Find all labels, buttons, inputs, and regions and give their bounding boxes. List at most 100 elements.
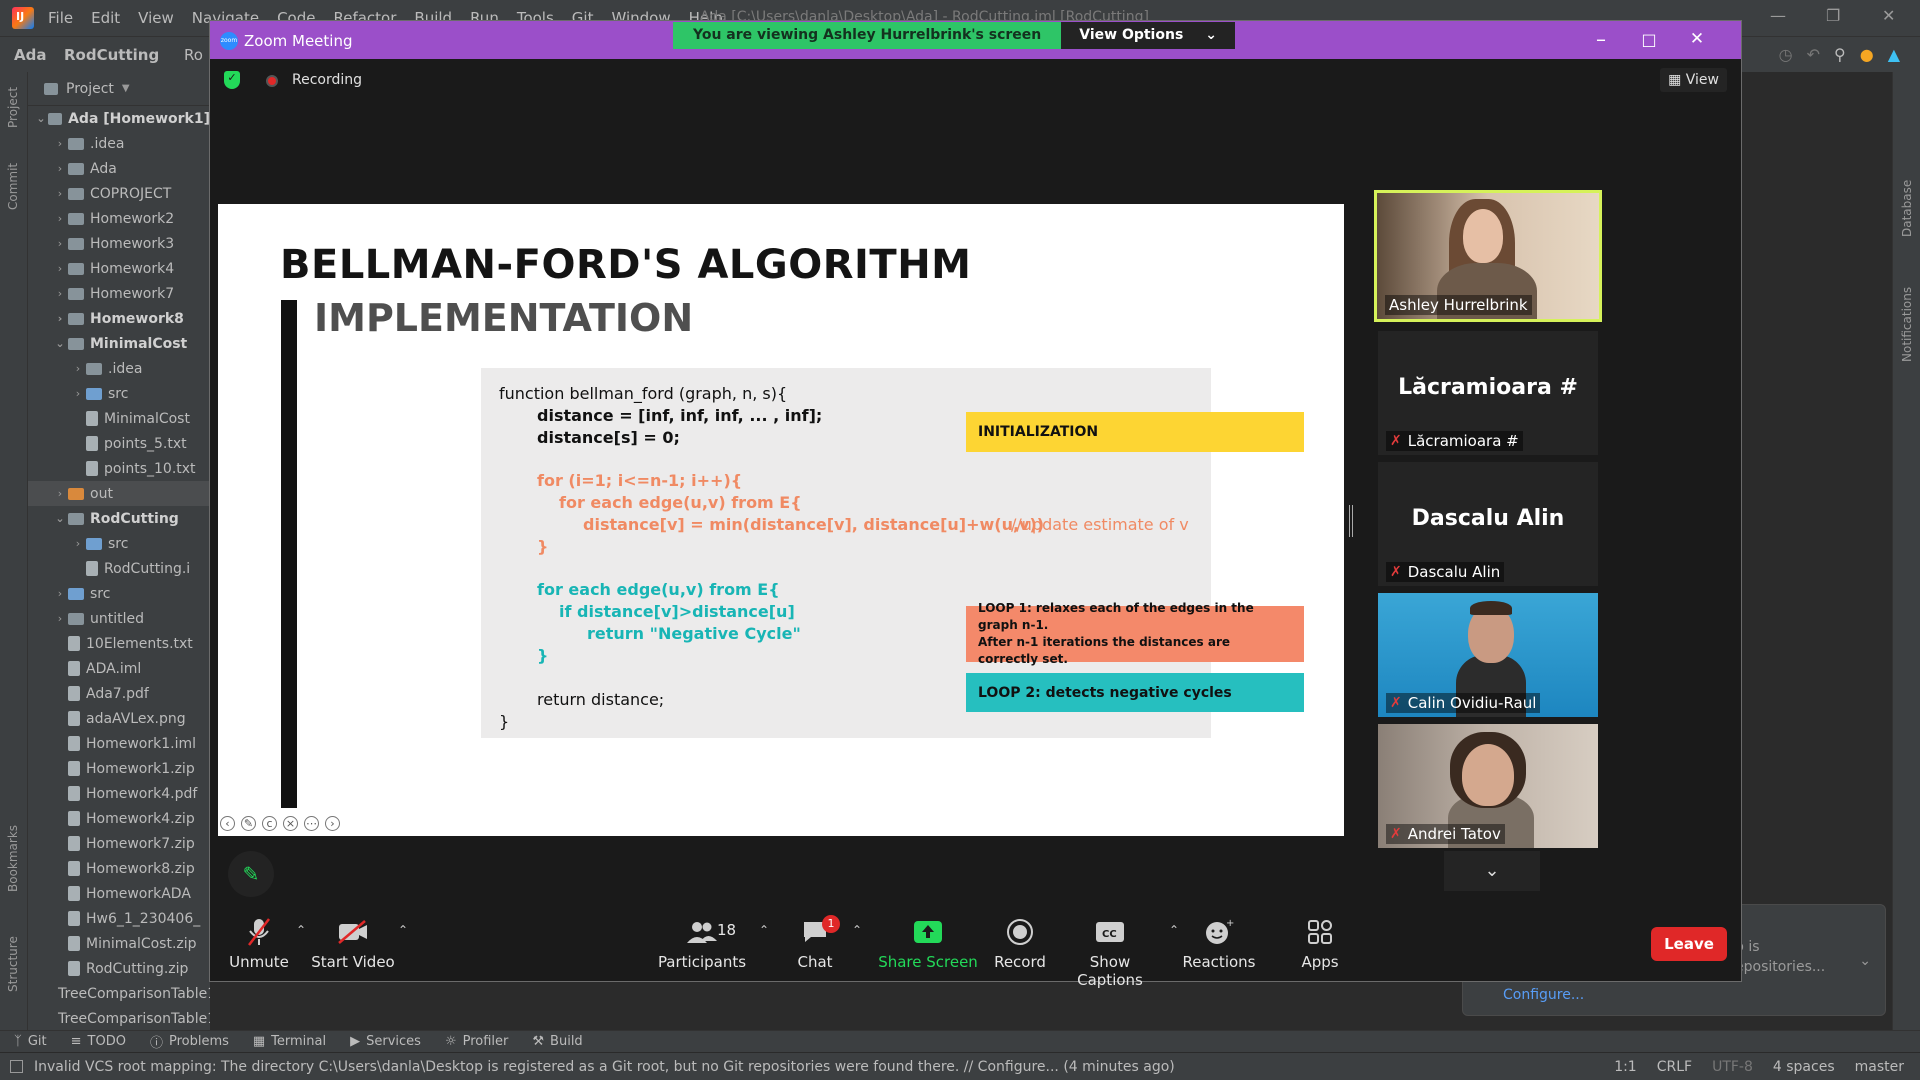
participant-tile[interactable]: Lăcramioara # ✗ Lăcramioara # [1378,331,1598,455]
participant-tile[interactable]: ✗ Andrei Tatov [1378,724,1598,848]
chevron-down-icon[interactable]: ⌄ [34,112,48,125]
apps-button[interactable]: Apps [1265,911,1375,971]
next-slide-icon[interactable]: › [325,816,340,831]
restore-icon[interactable]: ❐ [1826,6,1840,25]
tree-item[interactable]: Homework1.zip [28,756,210,781]
leave-button[interactable]: Leave [1651,927,1727,961]
split-divider-handle[interactable] [1349,505,1353,537]
chevron-right-icon[interactable]: › [52,137,68,150]
database-tool-tab[interactable]: Database [1900,180,1914,237]
chevron-right-icon[interactable]: › [70,537,86,550]
tree-item[interactable]: › Homework4 [28,256,210,281]
participant-tile[interactable]: Dascalu Alin ✗ Dascalu Alin [1378,462,1598,586]
view-button[interactable]: ▦ View [1660,68,1727,92]
tree-item[interactable]: Hw6_1_230406_ [28,906,210,931]
toolbox-icon[interactable]: ▲ [1888,45,1900,64]
configure-link[interactable]: Configure... [1503,987,1584,1003]
recording-label[interactable]: Recording [292,72,362,88]
chevron-right-icon[interactable]: › [52,287,68,300]
gallery-scroll-down-button[interactable]: ⌄ [1444,851,1540,891]
chevron-right-icon[interactable]: › [52,187,68,200]
update-icon[interactable]: ● [1860,45,1874,64]
history-icon[interactable]: ◷ [1779,45,1793,64]
tree-item[interactable]: › src [28,381,210,406]
tool-problems[interactable]: ⓘ Problems [150,1032,229,1051]
revert-icon[interactable]: ↶ [1807,45,1820,64]
tree-item[interactable]: › Homework2 [28,206,210,231]
tree-item[interactable]: ⌄ Ada [Homework1] [28,106,210,131]
breadcrumb-ada[interactable]: Ada [14,46,46,64]
minimize-icon[interactable]: — [1770,6,1786,25]
caret-up-icon[interactable]: ⌃ [852,923,862,937]
start-video-button[interactable]: Start Video ⌃ [298,911,408,971]
chevron-right-icon[interactable]: › [52,262,68,275]
menu-view[interactable]: View [138,9,174,27]
tree-item[interactable]: › COPROJECT [28,181,210,206]
status-message[interactable]: Invalid VCS root mapping: The directory … [34,1059,1175,1075]
project-tool-tab[interactable]: Project [6,87,20,128]
tree-item[interactable]: HomeworkADA [28,881,210,906]
view-options-button[interactable]: View Options ⌄ [1061,22,1236,49]
tree-item[interactable]: › Homework7 [28,281,210,306]
tree-item[interactable]: › src [28,581,210,606]
search-icon[interactable]: ⚲ [1834,45,1846,64]
zoom-minimize-icon[interactable]: – [1588,27,1614,51]
tree-item[interactable]: ADA.iml [28,656,210,681]
tree-item[interactable]: Homework8.zip [28,856,210,881]
tree-item[interactable]: Homework4.pdf [28,781,210,806]
zoom-maximize-icon[interactable]: □ [1636,30,1662,49]
caret-position[interactable]: 1:1 [1614,1059,1637,1075]
chevron-down-icon[interactable]: ⌄ [52,337,68,350]
chevron-down-icon[interactable]: ⌄ [52,512,68,525]
caret-up-icon[interactable]: ⌃ [398,923,408,937]
tool-terminal[interactable]: ▦ Terminal [253,1034,326,1049]
tree-item[interactable]: MinimalCost.zip [28,931,210,956]
tree-item[interactable]: points_10.txt [28,456,210,481]
tree-item[interactable]: › src [28,531,210,556]
tree-item[interactable]: RodCutting.zip [28,956,210,981]
chevron-right-icon[interactable]: › [52,587,68,600]
tool-build[interactable]: ⚒ Build [532,1034,582,1049]
indent-setting[interactable]: 4 spaces [1773,1059,1835,1075]
pen-icon[interactable]: ✎ [241,816,256,831]
chevron-right-icon[interactable]: › [52,487,68,500]
participant-tile[interactable]: Ashley Hurrelbrink [1374,190,1602,322]
tool-services[interactable]: ▶ Services [350,1034,421,1049]
tree-item[interactable]: points_5.txt [28,431,210,456]
breadcrumb-rod[interactable]: Ro [184,46,203,64]
captions-icon[interactable]: c [262,816,277,831]
tree-item[interactable]: › Ada [28,156,210,181]
notifications-tool-tab[interactable]: Notifications [1900,287,1914,362]
more-icon[interactable]: ⋯ [304,816,319,831]
close-icon[interactable]: ✕ [1882,6,1895,25]
tree-item[interactable]: › untitled [28,606,210,631]
file-encoding[interactable]: UTF-8 [1712,1059,1753,1075]
chevron-right-icon[interactable]: › [70,362,86,375]
tool-profiler[interactable]: ☼ Profiler [445,1034,508,1049]
reactions-button[interactable]: + Reactions [1164,911,1274,971]
tool-git[interactable]: ᛉ Git [14,1034,47,1049]
tree-item[interactable]: 10Elements.txt [28,631,210,656]
camera-off-icon[interactable]: × [283,816,298,831]
chat-button[interactable]: 1 Chat ⌃ [760,911,870,971]
tree-item[interactable]: MinimalCost [28,406,210,431]
previous-slide-icon[interactable]: ‹ [220,816,235,831]
tree-item[interactable]: ⌄ MinimalCost [28,331,210,356]
menu-file[interactable]: File [48,9,73,27]
tree-item[interactable]: TreeComparisonTable1000000.png [28,1006,210,1030]
show-captions-button[interactable]: CC Show Captions ⌃ [1055,911,1179,989]
chevron-down-icon[interactable]: ⌄ [1859,953,1871,969]
chevron-right-icon[interactable]: › [70,387,86,400]
bookmarks-tool-tab[interactable]: Bookmarks [6,825,20,892]
tree-item[interactable]: RodCutting.i [28,556,210,581]
breadcrumb-rodcutting[interactable]: RodCutting [64,46,159,64]
tree-item[interactable]: › out [28,481,210,506]
chevron-right-icon[interactable]: › [52,312,68,325]
tree-item[interactable]: TreeComparisonTable10000.png [28,981,210,1006]
project-panel-header[interactable]: Project ▼ [28,72,210,106]
zoom-close-icon[interactable]: ✕ [1684,29,1710,49]
tool-todo[interactable]: ≡ TODO [71,1034,126,1049]
structure-tool-tab[interactable]: Structure [6,936,20,992]
tree-item[interactable]: Homework1.iml [28,731,210,756]
line-separator[interactable]: CRLF [1657,1059,1692,1075]
